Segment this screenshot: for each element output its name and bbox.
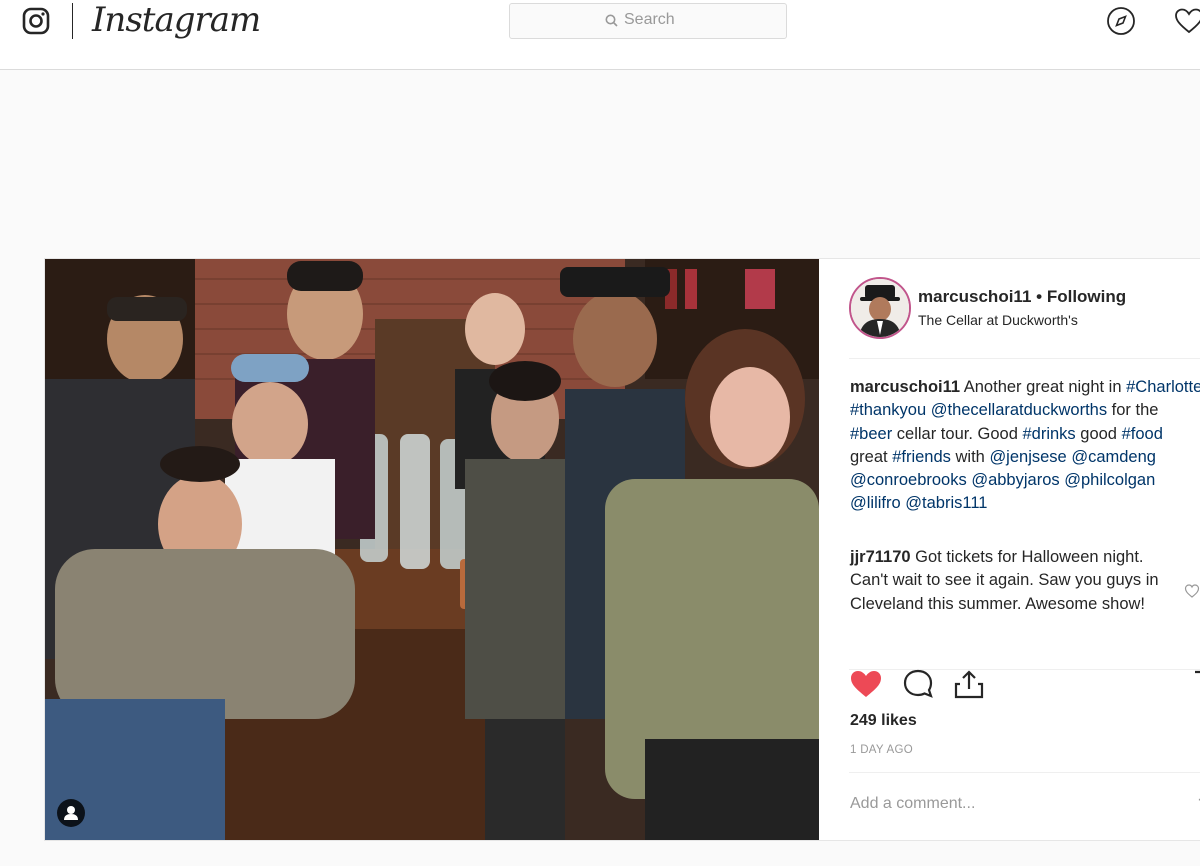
top-navigation-bar: Instagram Search: [0, 0, 1200, 70]
location-link[interactable]: The Cellar at Duckworth's: [918, 312, 1078, 328]
logo-divider: [72, 3, 73, 39]
comment-divider: [849, 772, 1200, 773]
like-heart-filled-icon[interactable]: [849, 667, 883, 701]
comment-like-heart-icon[interactable]: [1184, 583, 1200, 599]
caption-text: great: [850, 447, 888, 466]
caption-text: cellar tour. Good: [896, 424, 1018, 443]
mention-link[interactable]: @lilifro: [850, 494, 901, 512]
mention-link[interactable]: @abbyjaros: [971, 471, 1059, 489]
caption-text: with: [955, 447, 985, 466]
caption-username[interactable]: marcuschoi11: [850, 378, 960, 396]
author-avatar[interactable]: [849, 277, 911, 339]
comment-bubble-icon[interactable]: [901, 667, 935, 701]
comment-item: jjr71170 Got tickets for Halloween night…: [850, 546, 1165, 616]
add-comment-input[interactable]: Add a comment...: [850, 795, 975, 813]
caption-comment: marcuschoi11 Another great night in #Cha…: [850, 376, 1200, 516]
caption-text: good: [1080, 424, 1117, 443]
author-header: marcuschoi11 • Following: [918, 287, 1126, 307]
caption-text: Another great night in: [963, 378, 1122, 396]
likes-count[interactable]: 249 likes: [850, 712, 917, 730]
next-comment-clipped: [850, 644, 1170, 654]
hashtag-link[interactable]: #drinks: [1022, 425, 1075, 443]
group-photo-illustration: [45, 259, 819, 840]
dot-separator: •: [1036, 287, 1047, 306]
post-details-panel: marcuschoi11 • Following The Cellar at D…: [819, 259, 1200, 840]
search-icon: [605, 14, 618, 27]
share-upload-icon[interactable]: [952, 667, 986, 701]
instagram-wordmark-logo[interactable]: Instagram: [92, 0, 261, 40]
caption-text: for the: [1111, 401, 1159, 420]
mention-link[interactable]: @jenjsese: [989, 448, 1066, 466]
mention-link[interactable]: @thecellaratduckworths: [931, 401, 1107, 419]
hashtag-link[interactable]: #friends: [892, 448, 951, 466]
comment-username[interactable]: jjr71170: [850, 548, 911, 566]
post-card: marcuschoi11 • Following The Cellar at D…: [44, 258, 1200, 841]
explore-compass-icon[interactable]: [1106, 6, 1136, 36]
person-icon: [64, 806, 78, 820]
header-divider: [849, 358, 1200, 359]
search-placeholder: Search: [624, 11, 675, 28]
hashtag-link[interactable]: #Charlotte: [1126, 378, 1200, 396]
instagram-camera-icon[interactable]: [22, 7, 50, 35]
hashtag-link[interactable]: #food: [1122, 425, 1163, 443]
post-timestamp[interactable]: 1 DAY AGO: [850, 744, 913, 756]
post-photo[interactable]: [45, 259, 819, 840]
mention-link[interactable]: @tabris111: [905, 494, 987, 512]
mention-link[interactable]: @philcolgan: [1064, 471, 1155, 489]
avatar-illustration: [851, 279, 909, 337]
tagged-people-button[interactable]: [57, 799, 85, 827]
author-username-link[interactable]: marcuschoi11: [918, 287, 1031, 306]
mention-link[interactable]: @conroebrooks: [850, 471, 967, 489]
save-bookmark-icon[interactable]: [1193, 667, 1200, 701]
hashtag-link[interactable]: #beer: [850, 425, 892, 443]
search-placeholder-group: Search: [605, 11, 675, 29]
hashtag-link[interactable]: #thankyou: [850, 401, 926, 419]
search-input[interactable]: Search: [509, 3, 787, 39]
following-button[interactable]: Following: [1047, 287, 1126, 306]
activity-heart-icon[interactable]: [1174, 6, 1200, 36]
mention-link[interactable]: @camdeng: [1071, 448, 1156, 466]
